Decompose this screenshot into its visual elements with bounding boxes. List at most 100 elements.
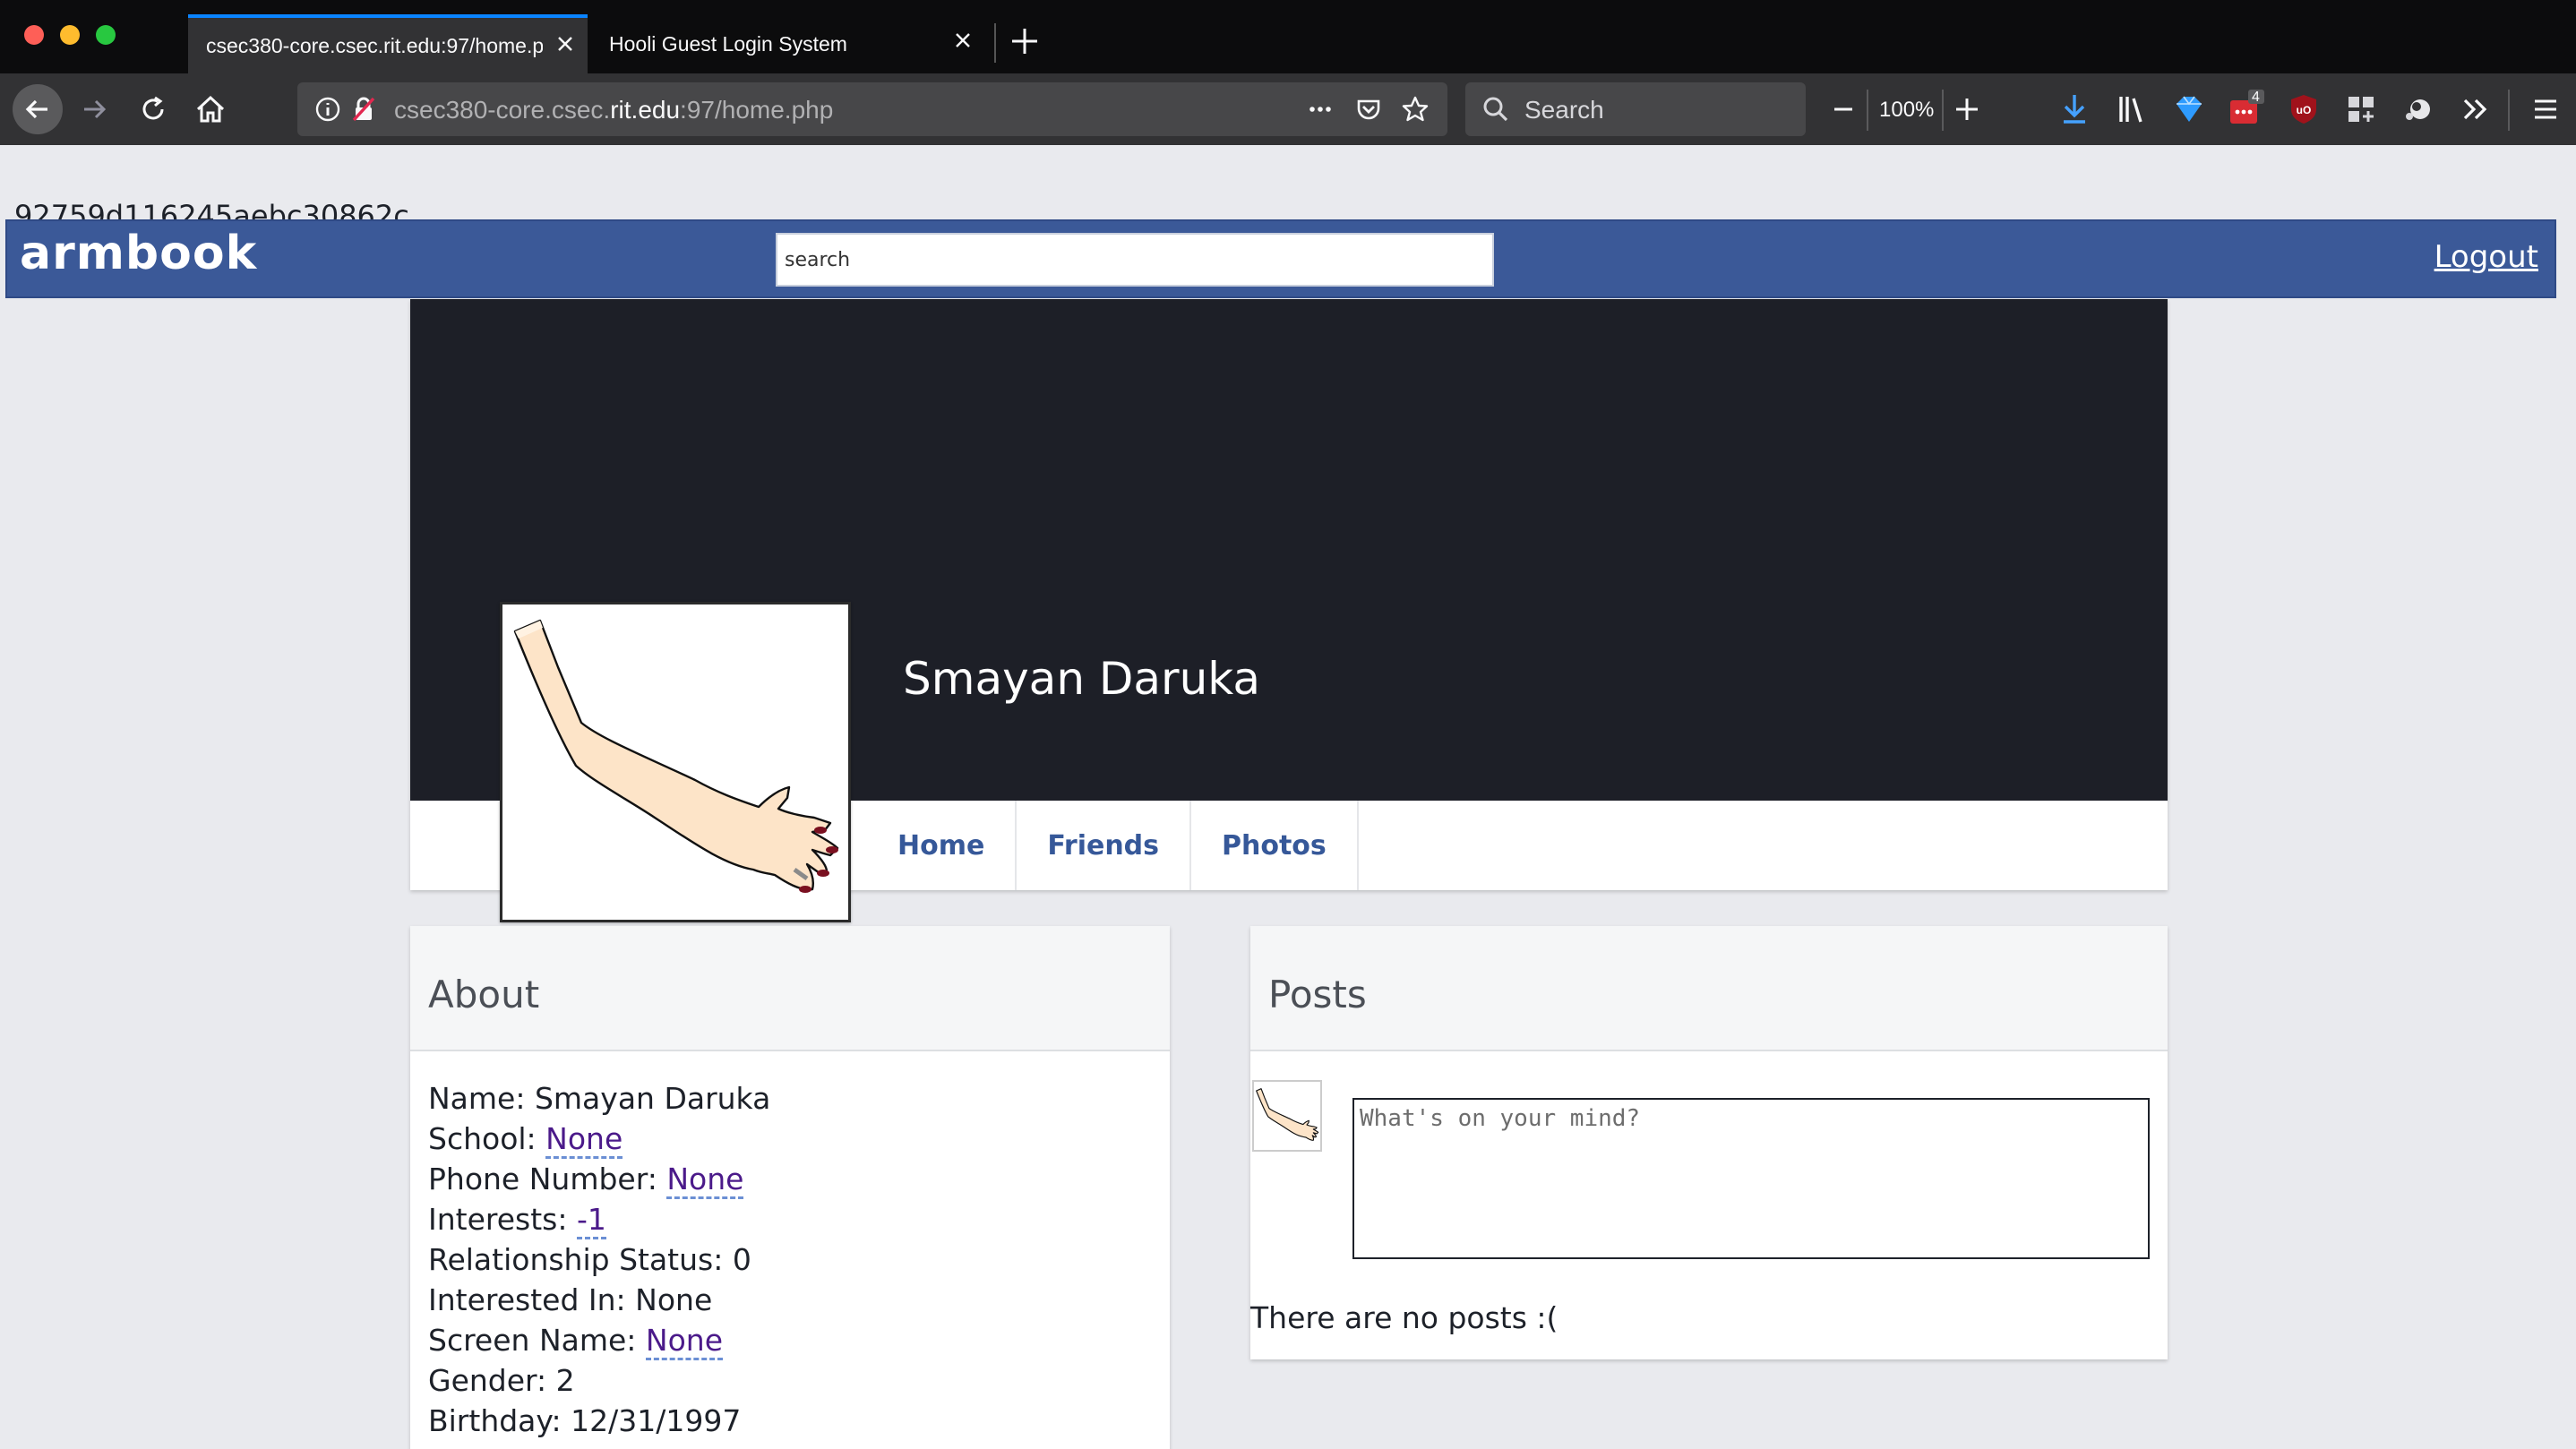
about-label: Interests: (428, 1202, 577, 1237)
zoom-level[interactable]: 100% (1879, 98, 1934, 123)
divider (1867, 90, 1868, 131)
arrow-right-icon (84, 99, 107, 119)
profile-header: Smayan Daruka Home Friends Photos (410, 299, 2168, 922)
browser-search-bar[interactable]: Search (1465, 82, 1806, 136)
info-icon[interactable] (313, 95, 342, 124)
about-label: Relationship Status: (428, 1242, 733, 1277)
composer-avatar (1252, 1080, 1322, 1152)
extension-red-icon (2230, 90, 2264, 124)
more-icon[interactable] (1306, 95, 1335, 124)
svg-text:uO: uO (2297, 104, 2312, 116)
tab-home[interactable]: Home (894, 801, 1018, 890)
logout-link[interactable]: Logout (2434, 239, 2538, 275)
tab-separator (994, 23, 996, 63)
home-icon (196, 95, 225, 123)
chevron-double-right-icon[interactable] (2456, 90, 2495, 129)
extension-diamond-icon[interactable] (2169, 90, 2209, 129)
posts-title: Posts (1268, 973, 1367, 1016)
minimize-window-button[interactable] (60, 25, 80, 45)
profile-name: Smayan Daruka (903, 653, 1260, 705)
profile-picture[interactable] (500, 602, 851, 922)
maximize-window-button[interactable] (96, 25, 116, 45)
about-editable-value[interactable]: -1 (576, 1202, 606, 1239)
browser-search-placeholder: Search (1524, 96, 1604, 124)
site-header: armbook Logout (5, 219, 2556, 298)
site-search-input[interactable] (776, 233, 1494, 287)
page-viewport: 92759d116245aebc30862c armbook Logout Sm… (0, 145, 2576, 1449)
extension-grid-icon[interactable] (2341, 90, 2381, 129)
about-row: Gender: 2 (428, 1360, 1152, 1401)
about-title: About (428, 973, 540, 1016)
about-label: Interested In: (428, 1282, 636, 1317)
about-value: 12/31/1997 (571, 1403, 742, 1438)
about-value: 0 (732, 1242, 751, 1277)
zoom-out-icon[interactable] (1824, 90, 1863, 129)
about-row: Phone Number: None (428, 1159, 1152, 1199)
download-icon[interactable] (2055, 90, 2094, 129)
about-row: Relationship Status: 0 (428, 1239, 1152, 1280)
divider (2508, 90, 2510, 131)
browser-tab[interactable]: Hooli Guest Login System (591, 14, 985, 73)
about-value: 2 (555, 1363, 575, 1398)
browser-tab-strip: csec380-core.csec.rit.edu:97/home.php Ho… (0, 0, 2576, 73)
about-row: Name: Smayan Daruka (428, 1078, 1152, 1119)
about-editable-value[interactable]: None (645, 1323, 724, 1360)
about-details: Name: Smayan Daruka School: None Phone Num… (410, 1051, 1170, 1449)
close-icon[interactable] (949, 27, 976, 54)
reload-button[interactable] (131, 87, 176, 132)
forward-button[interactable] (72, 87, 116, 132)
about-row: Screen Name: None (428, 1320, 1152, 1360)
about-label: Screen Name: (428, 1323, 646, 1358)
library-icon[interactable] (2112, 90, 2151, 129)
about-header: About (410, 926, 1170, 1051)
reload-icon (142, 96, 164, 120)
back-button[interactable] (13, 84, 63, 134)
tab-title: Hooli Guest Login System (609, 31, 847, 56)
about-label: Phone Number: (428, 1162, 667, 1196)
about-card: About Name: Smayan Daruka School: None Pho… (410, 926, 1170, 1449)
site-logo[interactable]: armbook (20, 227, 257, 280)
star-icon[interactable] (1401, 95, 1430, 124)
browser-tab-active[interactable]: csec380-core.csec.rit.edu:97/home.php (188, 14, 588, 73)
about-label: Birthday: (428, 1403, 571, 1438)
about-value: Smayan Daruka (534, 1081, 771, 1116)
extension-badge-count: 4 (2252, 90, 2260, 105)
insecure-lock-icon[interactable] (349, 95, 378, 124)
about-label: Name: (428, 1081, 535, 1116)
about-row: Birthday: 12/31/1997 (428, 1401, 1152, 1441)
tab-title: csec380-core.csec.rit.edu:97/home.php (206, 33, 543, 57)
posts-header: Posts (1250, 926, 2168, 1051)
new-tab-icon[interactable] (1007, 23, 1043, 59)
browser-toolbar: csec380-core.csec.rit.edu:97/home.php Se… (0, 73, 2576, 145)
about-row: School: None (428, 1119, 1152, 1159)
home-button[interactable] (188, 87, 233, 132)
about-value: None (635, 1282, 713, 1317)
close-icon[interactable] (552, 30, 579, 57)
post-composer-input[interactable] (1352, 1098, 2150, 1259)
tab-photos[interactable]: Photos (1191, 801, 1359, 890)
pocket-icon[interactable] (1354, 95, 1383, 124)
arrow-left-icon (25, 99, 47, 119)
empty-posts-message: There are no posts :( (1250, 1300, 1558, 1335)
extension-badge-button[interactable]: 4 (2227, 90, 2266, 129)
posts-card: Posts There are no posts :( (1250, 926, 2168, 1359)
arm-illustration (513, 619, 839, 893)
tab-friends[interactable]: Friends (1017, 801, 1192, 890)
divider (1942, 90, 1944, 131)
about-label: School: (428, 1121, 546, 1156)
ublock-icon[interactable]: uO (2284, 90, 2323, 129)
about-label: Gender: (428, 1363, 556, 1398)
about-editable-value[interactable]: None (666, 1162, 744, 1199)
hamburger-menu-icon[interactable] (2526, 90, 2565, 129)
address-bar[interactable]: csec380-core.csec.rit.edu:97/home.php (297, 82, 1447, 136)
profile-tabs: Home Friends Photos (894, 801, 1359, 890)
close-window-button[interactable] (24, 25, 44, 45)
search-icon (1483, 97, 1508, 122)
url-text: csec380-core.csec.rit.edu:97/home.php (394, 96, 834, 124)
about-row: Interests: -1 (428, 1199, 1152, 1239)
arm-thumbnail (1256, 1088, 1319, 1141)
about-row: Interested In: None (428, 1280, 1152, 1320)
about-editable-value[interactable]: None (545, 1121, 623, 1159)
extension-ball-icon[interactable] (2399, 90, 2438, 129)
zoom-in-icon[interactable] (1947, 90, 1987, 129)
